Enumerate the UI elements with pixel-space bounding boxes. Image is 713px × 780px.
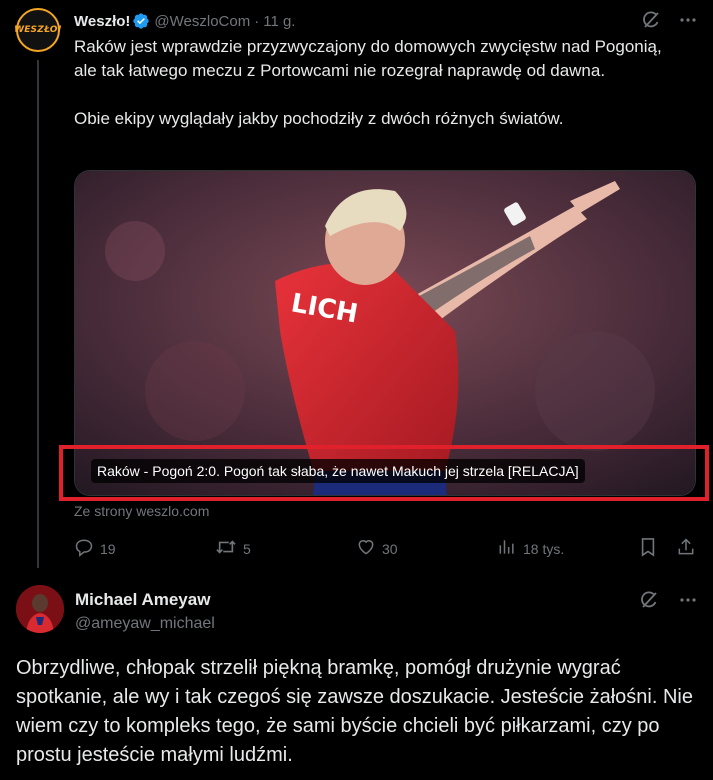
like-icon bbox=[356, 537, 376, 560]
reply-header: Michael Ameyaw @ameyaw_michael bbox=[75, 590, 215, 634]
more-icon[interactable] bbox=[679, 11, 697, 29]
share-icon bbox=[676, 537, 696, 560]
repost-button[interactable]: 5 bbox=[215, 537, 251, 560]
repost-count: 5 bbox=[243, 540, 251, 557]
views-icon bbox=[497, 537, 517, 560]
share-button[interactable] bbox=[676, 537, 696, 560]
reply-author-handle[interactable]: @ameyaw_michael bbox=[75, 614, 215, 634]
card-title[interactable]: Raków - Pogoń 2:0. Pogoń tak słaba, że n… bbox=[91, 459, 585, 483]
repost-icon bbox=[215, 537, 237, 560]
tweet-header: Weszło! @WeszloCom · 11 g. bbox=[74, 11, 295, 31]
like-count: 30 bbox=[382, 540, 398, 557]
author-name[interactable]: Weszło! bbox=[74, 13, 130, 30]
reply-text: Obrzydliwe, chłopak strzelił piękną bram… bbox=[16, 657, 693, 766]
tweet-weszlo[interactable]: WESZŁO! Weszło! @WeszloCom · 11 g. Raków… bbox=[0, 0, 713, 576]
avatar-weszlo[interactable]: WESZŁO! bbox=[14, 8, 62, 52]
timestamp[interactable]: 11 g. bbox=[263, 13, 295, 30]
grok-icon[interactable] bbox=[639, 590, 659, 610]
card-photo: LICH bbox=[75, 171, 695, 495]
more-icon[interactable] bbox=[679, 591, 697, 609]
tweet-text: Raków jest wprawdzie przyzwyczajony do d… bbox=[74, 35, 674, 131]
profile-photo bbox=[16, 585, 64, 633]
views-count: 18 tys. bbox=[523, 540, 565, 557]
reply-count: 19 bbox=[100, 540, 116, 557]
reply-button[interactable]: 19 bbox=[74, 537, 116, 560]
like-button[interactable]: 30 bbox=[356, 537, 398, 560]
bookmark-button[interactable] bbox=[639, 537, 657, 560]
card-source[interactable]: Ze strony weszlo.com bbox=[74, 503, 209, 519]
avatar-ameyaw[interactable] bbox=[16, 585, 64, 633]
author-handle[interactable]: @WeszloCom bbox=[154, 13, 250, 30]
engagement-bar: 19 5 30 18 tys. bbox=[74, 537, 697, 559]
reply-icon bbox=[74, 537, 94, 560]
thread-line bbox=[37, 60, 39, 568]
reply-author-name[interactable]: Michael Ameyaw bbox=[75, 590, 215, 610]
tweet-text-paragraph-2: Obie ekipy wyglądały jakby pochodziły z … bbox=[74, 109, 564, 128]
tweet-top-actions bbox=[641, 10, 697, 30]
separator-dot: · bbox=[254, 12, 260, 30]
reply-top-actions bbox=[639, 590, 697, 610]
verified-badge-icon bbox=[132, 12, 150, 30]
bookmark-icon bbox=[639, 537, 657, 560]
grok-icon[interactable] bbox=[641, 10, 661, 30]
views-button[interactable]: 18 tys. bbox=[497, 537, 564, 560]
link-card[interactable]: LICH Raków - Pogoń 2:0. Pogoń tak słaba,… bbox=[74, 170, 696, 496]
tweet-text-paragraph-1: Raków jest wprawdzie przyzwyczajony do d… bbox=[74, 37, 662, 80]
weszlo-logo: WESZŁO! bbox=[14, 25, 62, 35]
